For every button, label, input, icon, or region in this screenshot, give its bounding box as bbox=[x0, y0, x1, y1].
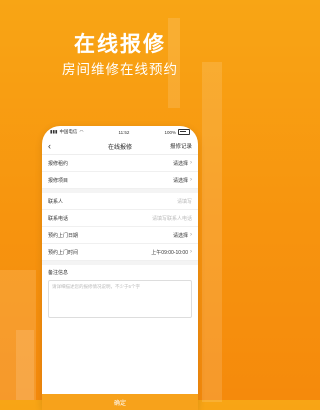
row-label: 联系电话 bbox=[48, 215, 69, 222]
phone-input[interactable]: 请填写联系人电话 bbox=[152, 215, 192, 222]
remarks-placeholder: 请详细描述您的报修情况说明，不少于5个字 bbox=[52, 284, 141, 289]
chevron-right-icon: › bbox=[190, 160, 192, 166]
form-row-lease[interactable]: 报修租约 请选择 › bbox=[42, 155, 198, 172]
row-value: 请选择 bbox=[172, 177, 188, 184]
contact-input[interactable]: 请填写 bbox=[177, 198, 192, 205]
phone-mockup: ▮▮▮ 中国电信 ◠ 11:52 100% ‹ 在线报修 报修记录 报修租约 请… bbox=[42, 126, 198, 410]
nav-bar: ‹ 在线报修 报修记录 bbox=[42, 138, 198, 155]
status-bar: ▮▮▮ 中国电信 ◠ 11:52 100% bbox=[42, 126, 198, 138]
decor-bar bbox=[16, 330, 34, 400]
chevron-right-icon: › bbox=[190, 232, 192, 238]
row-value: 请选择 bbox=[172, 160, 188, 167]
carrier-label: 中国电信 bbox=[59, 129, 78, 134]
repair-record-link[interactable]: 报修记录 bbox=[170, 142, 192, 150]
row-label: 预约上门日期 bbox=[48, 232, 79, 239]
row-value: 请选择 bbox=[172, 232, 188, 239]
wifi-icon: ◠ bbox=[79, 129, 84, 134]
row-label: 预约上门时间 bbox=[48, 249, 79, 256]
row-label: 报修项目 bbox=[48, 177, 69, 184]
form-row-time[interactable]: 预约上门时间 上午09:00-10:00 › bbox=[42, 244, 198, 261]
row-value: 上午09:00-10:00 bbox=[151, 249, 188, 256]
hero-title: 在线报修 bbox=[74, 33, 166, 56]
remarks-textarea[interactable]: 请详细描述您的报修情况说明，不少于5个字 bbox=[48, 280, 192, 318]
status-time: 11:52 bbox=[118, 129, 130, 135]
row-label: 联系人 bbox=[48, 198, 64, 205]
remarks-label: 备注信息 bbox=[48, 270, 69, 276]
form-row-date[interactable]: 预约上门日期 请选择 › bbox=[42, 227, 198, 244]
confirm-button[interactable]: 确定 bbox=[42, 394, 198, 410]
form-row-contact[interactable]: 联系人 请填写 bbox=[42, 193, 198, 210]
form-row-phone[interactable]: 联系电话 请填写联系人电话 bbox=[42, 210, 198, 227]
form-row-repair-item[interactable]: 报修项目 请选择 › bbox=[42, 172, 198, 189]
battery-percent: 100% bbox=[164, 129, 176, 135]
chevron-right-icon: › bbox=[190, 249, 192, 255]
row-label: 报修租约 bbox=[48, 160, 69, 167]
chevron-right-icon: › bbox=[190, 177, 192, 183]
hero-subtitle: 房间维修在线预约 bbox=[62, 62, 178, 77]
decor-bar bbox=[202, 62, 222, 402]
battery-icon bbox=[177, 129, 190, 135]
signal-icon: ▮▮▮ bbox=[50, 129, 58, 134]
